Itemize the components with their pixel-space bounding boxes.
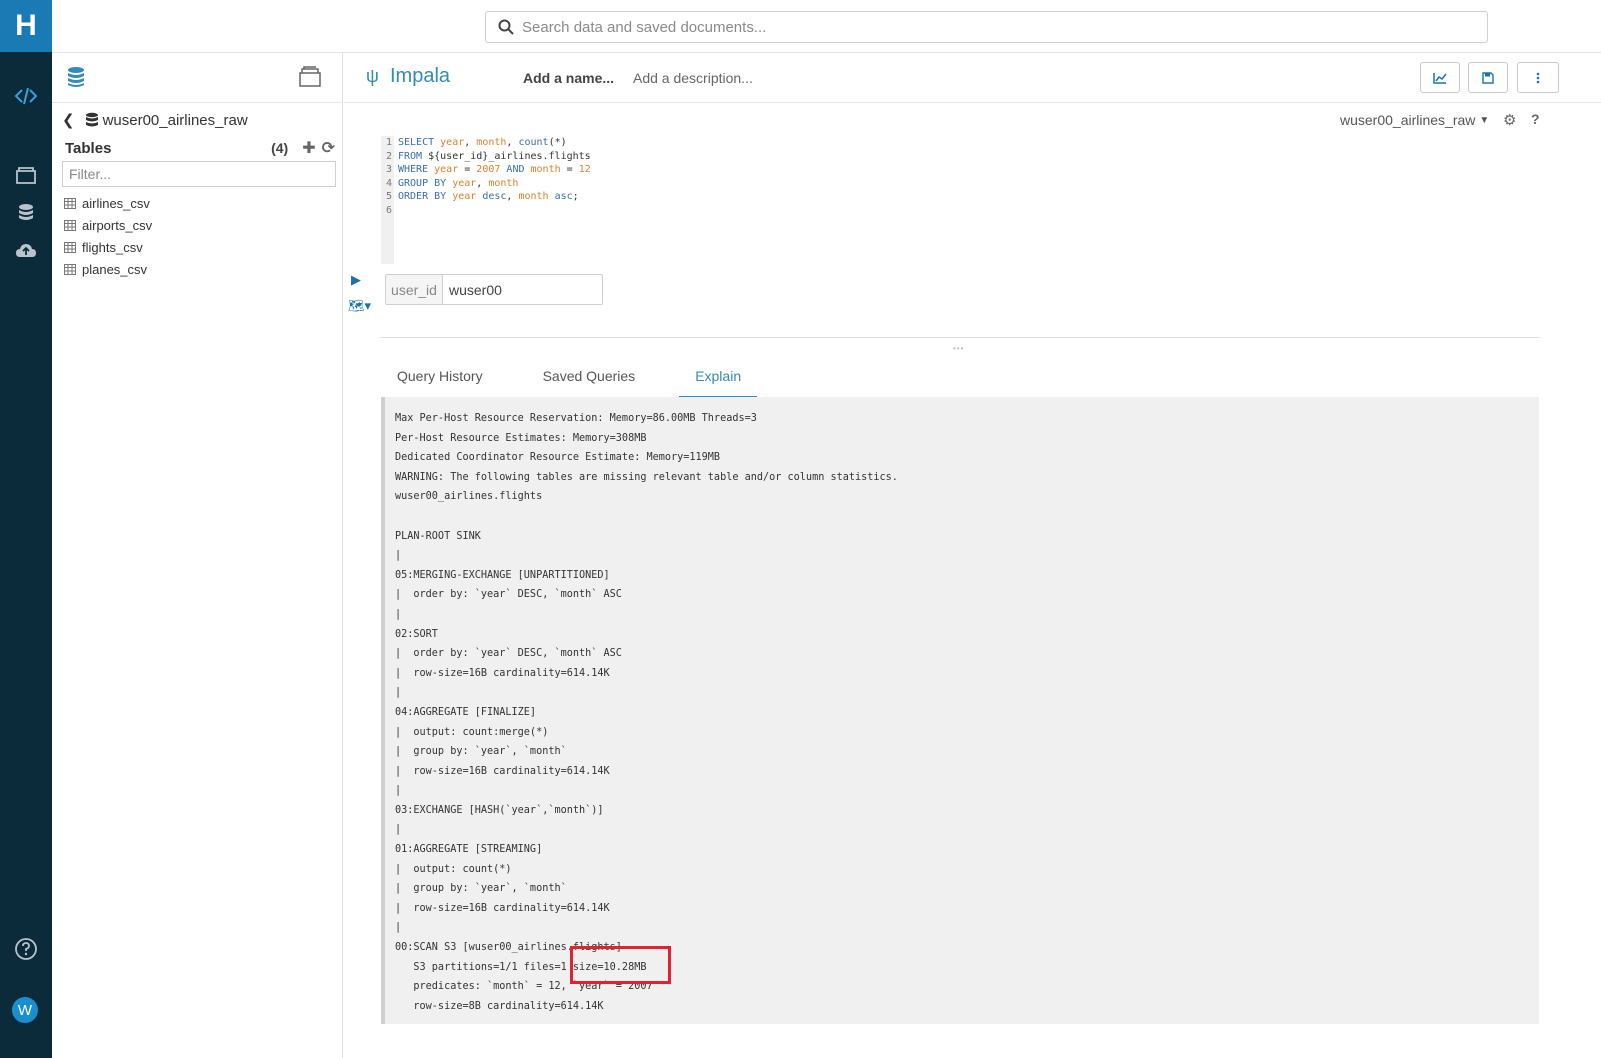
code-line: GROUP BY year, month [398, 177, 519, 189]
back-chevron-icon[interactable]: ❮ [62, 111, 75, 129]
folder-icon [16, 167, 36, 184]
tables-nav-icon[interactable] [0, 195, 52, 231]
table-list: airlines_csv airports_csv flights_csv pl… [64, 192, 152, 280]
results-tabs: Query History Saved Queries Explain [381, 358, 785, 398]
resize-grip-icon[interactable]: ••• [953, 344, 964, 353]
hue-app: H W Search data and saved documents... ❮… [0, 0, 1601, 1058]
help-icon [15, 938, 37, 960]
assist-panel-header [52, 53, 342, 103]
code-icon [14, 87, 38, 105]
table-icon [64, 197, 76, 209]
hue-logo[interactable]: H [0, 0, 52, 52]
user-avatar[interactable]: W [12, 997, 38, 1023]
code-line: WHERE year = 2007 AND month = 12 [398, 164, 591, 176]
save-icon [1482, 71, 1494, 84]
table-icon [64, 263, 76, 275]
impala-icon: ψ [366, 66, 379, 86]
table-name: flights_csv [82, 239, 143, 255]
database-icon [19, 204, 33, 220]
importer-nav-icon[interactable] [0, 233, 52, 269]
settings-gear-icon[interactable]: ⚙ [1503, 111, 1516, 129]
line-chart-icon [1433, 72, 1447, 84]
variable-label: user_id [386, 275, 443, 304]
tab-saved-queries[interactable]: Saved Queries [527, 358, 652, 398]
line-number: 4 [385, 177, 392, 189]
database-selector[interactable]: wuser00_airlines_raw ▼ [1340, 112, 1489, 128]
line-number: 2 [385, 150, 392, 162]
tables-count: (4) [271, 140, 289, 156]
table-item[interactable]: airports_csv [64, 214, 152, 236]
line-number: 3 [385, 164, 392, 176]
explain-text: Max Per-Host Resource Reservation: Memor… [395, 413, 898, 1012]
line-number: 6 [385, 204, 392, 216]
search-icon [498, 19, 514, 35]
execute-play-icon[interactable]: ▶ [351, 272, 361, 288]
help-question-icon[interactable]: ? [1531, 111, 1540, 127]
code-line: ORDER BY year desc, month asc; [398, 191, 579, 203]
filter-input[interactable] [63, 162, 335, 186]
table-filter [62, 161, 336, 187]
code-line: SELECT year, month, count(*) [398, 137, 567, 148]
sql-editor[interactable]: 1 2 3 4 5 6 SELECT year, month, count(*)… [381, 136, 1539, 264]
editor-header: ψ Impala Add a name... Add a description… [344, 53, 1601, 103]
left-nav-rail: H W [0, 0, 52, 1058]
editor-nav-icon[interactable] [0, 78, 52, 114]
line-number: 5 [385, 191, 392, 203]
annotation-highlight-box [570, 946, 671, 984]
documents-nav-icon[interactable] [0, 157, 52, 193]
caret-down-icon: ▼ [1479, 114, 1490, 126]
table-item[interactable]: planes_csv [64, 258, 152, 280]
tables-header: Tables (4) ✚ ⟳ [65, 138, 335, 158]
variable-value-input[interactable] [443, 275, 598, 304]
save-button[interactable] [1468, 62, 1508, 93]
line-number: 1 [385, 137, 392, 148]
search-input[interactable] [522, 18, 1422, 36]
refresh-icon[interactable]: ⟳ [322, 138, 335, 158]
database-breadcrumb[interactable]: ❮ wuser00_airlines_raw [62, 111, 248, 130]
top-bar [52, 0, 1601, 53]
assist-panel: ❮ wuser00_airlines_raw Tables (4) ✚ ⟳ ai… [52, 53, 343, 1058]
line-number-gutter: 1 2 3 4 5 6 [381, 136, 394, 264]
snippet-map-icon[interactable]: 🗺▾ [348, 298, 371, 314]
query-name[interactable]: Add a name... [523, 70, 614, 86]
query-description[interactable]: Add a description... [633, 70, 753, 86]
add-icon[interactable]: ✚ [302, 138, 315, 158]
more-vertical-icon [1536, 72, 1540, 83]
table-icon [64, 219, 76, 231]
table-item[interactable]: flights_csv [64, 236, 152, 258]
tables-label: Tables [65, 139, 112, 157]
table-name: airlines_csv [82, 195, 150, 211]
tab-query-history[interactable]: Query History [381, 358, 499, 398]
tab-explain[interactable]: Explain [679, 358, 758, 398]
editor-divider [381, 337, 1539, 338]
database-icon [85, 112, 98, 127]
sql-code-lines: SELECT year, month, count(*) FROM ${user… [398, 136, 591, 218]
code-line: FROM ${user_id}_airlines.flights [398, 150, 591, 162]
more-options-button[interactable] [1517, 62, 1559, 93]
engine-title[interactable]: Impala [390, 65, 450, 88]
table-item[interactable]: airlines_csv [64, 192, 152, 214]
table-icon [64, 241, 76, 253]
help-nav-icon[interactable] [0, 931, 52, 967]
explain-output: Max Per-Host Resource Reservation: Memor… [381, 397, 1539, 1024]
variable-input-group: user_id [385, 274, 603, 305]
table-name: airports_csv [82, 217, 153, 233]
global-search [485, 11, 1488, 43]
chart-button[interactable] [1420, 62, 1460, 93]
sql-assist-database-icon[interactable] [66, 66, 86, 93]
table-name: planes_csv [82, 261, 148, 277]
database-name: wuser00_airlines_raw [102, 111, 248, 129]
cloud-upload-icon [16, 244, 36, 257]
documents-folder-icon[interactable] [298, 66, 322, 93]
